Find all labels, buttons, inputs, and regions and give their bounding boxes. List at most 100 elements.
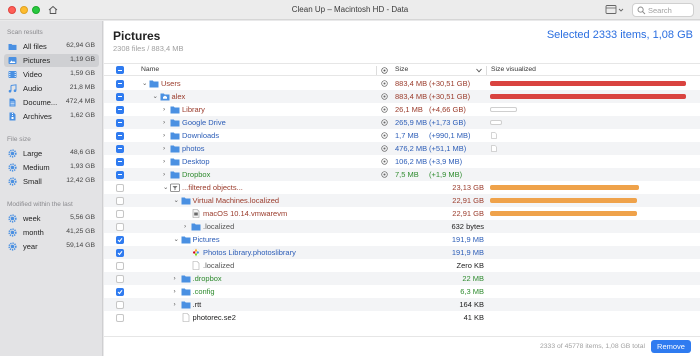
row-size: 164 KB [459,300,484,309]
sidebar-item-week[interactable]: week 5,56 GB [4,212,99,225]
footer-bar: 2333 of 45778 items, 1,08 GB total Remov… [104,336,700,356]
size-bar [490,198,637,203]
sidebar-item-medium[interactable]: Medium 1,93 GB [4,161,99,174]
row-name: .config [192,287,215,296]
row-checkbox[interactable] [116,144,124,153]
view-options-icon[interactable] [605,4,625,16]
row-checkbox[interactable] [116,79,124,88]
table-row[interactable]: ⌄ Pictures 191,9 MB [104,233,700,246]
expand-chevron-icon[interactable]: › [174,288,180,295]
sidebar-item-month[interactable]: month 41,25 GB [4,226,99,239]
expand-chevron-icon[interactable]: › [163,132,169,139]
sidebar-item-audio[interactable]: Audio 21,8 MB [4,82,99,95]
table-row[interactable]: › Desktop 106,2 MB (+3,9 MB) [104,155,700,168]
table-row[interactable]: Photos Library.photoslibrary 191,9 MB [104,246,700,259]
row-checkbox[interactable] [116,118,124,127]
row-checkbox[interactable] [116,300,124,309]
row-checkbox[interactable] [116,131,124,140]
table-row[interactable]: › .config 6,3 MB [104,285,700,298]
remove-button[interactable]: Remove [651,340,691,353]
table-row[interactable]: › Dropbox 7,5 MB (+1,9 MB) [104,168,700,181]
table-row[interactable]: › Library 26,1 MB (+4,66 GB) [104,103,700,116]
row-checkbox[interactable] [116,235,124,244]
collapse-chevron-icon[interactable]: ⌄ [153,93,159,100]
table-row[interactable]: macOS 10.14.vmwarevm 22,91 GB [104,207,700,220]
sidebar-item-year[interactable]: year 59,14 GB [4,240,99,253]
sidebar-item-pictures[interactable]: Pictures 1,19 GB [4,54,99,67]
sidebar-item-documents[interactable]: Docume... 472,4 MB [4,96,99,109]
row-checkbox[interactable] [116,248,124,257]
row-size: 191,9 MB [451,248,484,257]
row-checkbox[interactable] [116,209,124,218]
table-row[interactable]: › photos 476,2 MB (+51,1 MB) [104,142,700,155]
expand-chevron-icon[interactable]: › [163,158,169,165]
folder-icon [170,144,180,153]
row-checkbox[interactable] [116,287,124,296]
row-size: 6,3 MB [460,287,484,296]
archive-icon [9,112,16,121]
row-checkbox[interactable] [116,183,124,192]
expand-chevron-icon[interactable]: › [163,171,169,178]
collapse-chevron-icon[interactable]: ⌄ [163,184,169,191]
table-row[interactable]: ⌄ alex 883,4 MB (+30,51 GB) [104,90,700,103]
gear-icon [8,214,17,223]
collapse-chevron-icon[interactable]: ⌄ [174,197,180,204]
table-row[interactable]: › .dropbox 22 MB [104,272,700,285]
column-size[interactable]: Size [395,66,408,73]
folder-icon [170,105,180,114]
expand-chevron-icon[interactable]: › [163,106,169,113]
sidebar-item-small[interactable]: Small 12,42 GB [4,175,99,188]
table-row[interactable]: › Google Drive 265,9 MB (+1,73 GB) [104,116,700,129]
row-size-delta: (+990,1 MB) [429,131,471,140]
table-row[interactable]: › Downloads 1,7 MB (+990,1 MB) [104,129,700,142]
row-name: Users [161,79,181,88]
reveal-target-icon[interactable] [381,132,388,139]
row-checkbox[interactable] [116,222,124,231]
row-checkbox[interactable] [116,105,124,114]
table-row[interactable]: photorec.se2 41 KB [104,311,700,324]
row-checkbox[interactable] [116,196,124,205]
row-checkbox[interactable] [116,274,124,283]
chevron-down-icon[interactable] [476,68,482,73]
table-row[interactable]: ⌄ Users 883,4 MB (+30,51 GB) [104,77,700,90]
expand-chevron-icon[interactable]: › [184,223,190,230]
sidebar-item-size: 1,62 GB [70,112,95,119]
sidebar-item-large[interactable]: Large 48,6 GB [4,147,99,160]
sidebar-item-video[interactable]: Video 1,59 GB [4,68,99,81]
column-name[interactable]: Name [141,66,159,73]
collapse-chevron-icon[interactable]: ⌄ [142,80,148,87]
row-name: Library [182,105,205,114]
reveal-target-icon[interactable] [381,145,388,152]
row-checkbox[interactable] [116,261,124,270]
reveal-target-icon[interactable] [381,158,388,165]
expand-chevron-icon[interactable]: › [163,145,169,152]
expand-chevron-icon[interactable]: › [174,301,180,308]
table-row[interactable]: › .rtt 164 KB [104,298,700,311]
sidebar-item-archives[interactable]: Archives 1,62 GB [4,110,99,123]
table-row[interactable]: › .localized 632 bytes [104,220,700,233]
reveal-target-icon[interactable] [381,119,388,126]
sidebar-item-all-files[interactable]: All files 62,94 GB [4,40,99,53]
expand-chevron-icon[interactable]: › [174,275,180,282]
table-row[interactable]: .localized Zero KB [104,259,700,272]
row-checkbox[interactable] [116,313,124,322]
reveal-target-icon[interactable] [381,171,388,178]
reveal-target-icon[interactable] [381,80,388,87]
table-row[interactable]: ⌄ Virtual Machines.localized 22,91 GB [104,194,700,207]
expand-chevron-icon[interactable]: › [163,119,169,126]
row-size: 22,91 GB [452,196,484,205]
reveal-target-icon[interactable] [381,106,388,113]
row-name: Virtual Machines.localized [192,196,280,205]
folder-icon [170,131,180,140]
row-checkbox[interactable] [116,157,124,166]
row-checkbox[interactable] [116,170,124,179]
search-input[interactable]: Search [632,3,694,17]
row-size-delta: (+1,9 MB) [429,170,463,179]
table-row[interactable]: ⌄ ...filtered objects... 23,13 GB [104,181,700,194]
collapse-chevron-icon[interactable]: ⌄ [174,236,180,243]
sidebar-item-label: Docume... [23,98,58,107]
select-all-checkbox[interactable] [116,66,124,74]
size-bar [490,94,686,99]
reveal-target-icon[interactable] [381,93,388,100]
row-checkbox[interactable] [116,92,124,101]
